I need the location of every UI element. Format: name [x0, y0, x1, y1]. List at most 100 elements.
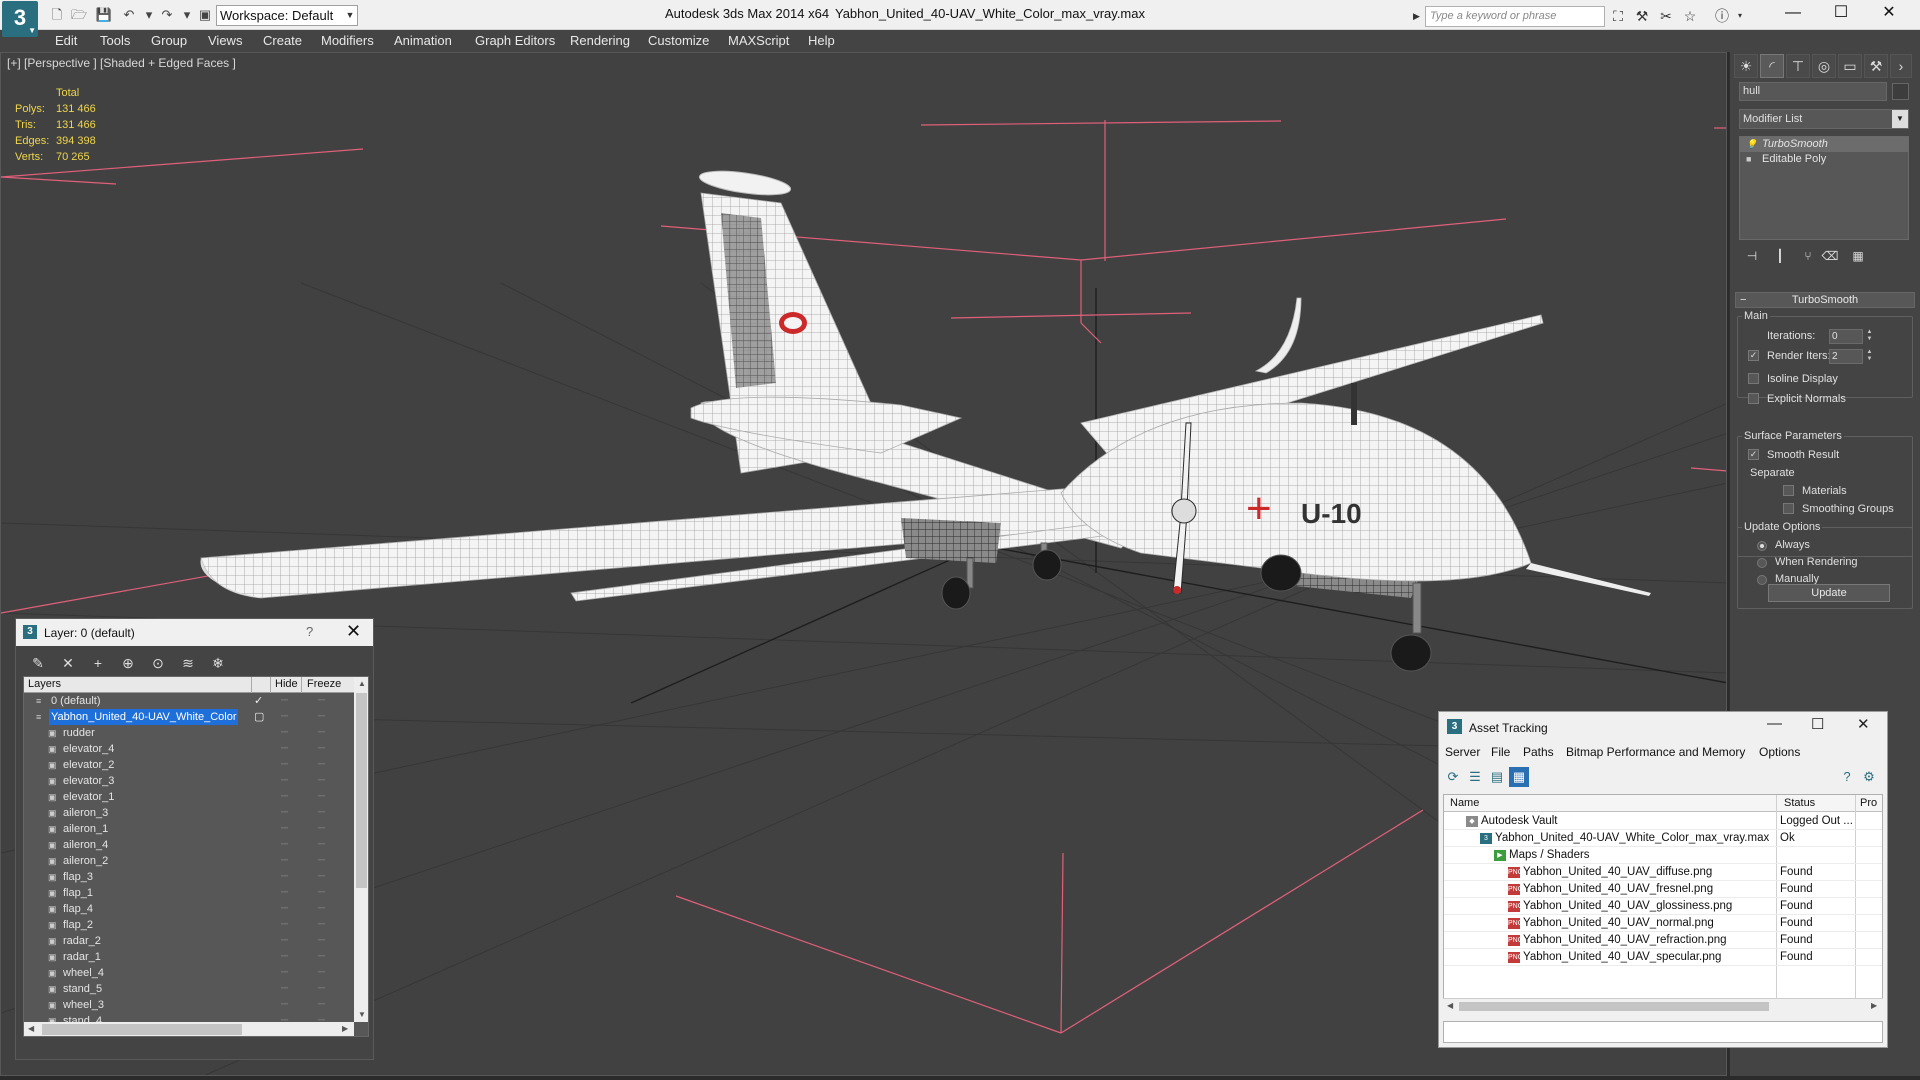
when-rendering-radio[interactable] — [1757, 558, 1767, 568]
minimize-button[interactable]: — — [1770, 0, 1816, 28]
menu-group[interactable]: Group — [151, 33, 187, 48]
hide-column-header[interactable]: Hide — [275, 678, 298, 690]
menu-customize[interactable]: Customize — [648, 33, 709, 48]
app-menu-button[interactable]: 3 ▼ — [2, 1, 38, 37]
display-tab-icon[interactable]: ▭ — [1838, 54, 1862, 78]
layer-name[interactable]: elevator_1 — [61, 789, 116, 805]
table-view-icon[interactable]: ▦ — [1509, 767, 1529, 787]
menu-server[interactable]: Server — [1445, 745, 1480, 759]
hide-toggle[interactable]: ─ — [281, 693, 288, 709]
detail-view-icon[interactable]: ▤ — [1487, 767, 1507, 787]
layer-name[interactable]: elevator_4 — [61, 741, 116, 757]
make-unique-icon[interactable]: ⑂ — [1797, 246, 1819, 266]
menu-modifiers[interactable]: Modifiers — [321, 33, 374, 48]
freeze-toggle[interactable]: ─ — [318, 805, 325, 821]
help-icon[interactable]: ⓘ — [1712, 7, 1732, 25]
freeze-toggle[interactable]: ─ — [318, 901, 325, 917]
spinner-arrows-icon[interactable]: ▲ ▼ — [1865, 349, 1874, 364]
chevron-down-icon[interactable]: ▼ — [342, 6, 358, 25]
hide-all-icon[interactable]: ≋ — [178, 653, 198, 673]
layer-name[interactable]: aileron_2 — [61, 853, 110, 869]
smooth-result-checkbox[interactable]: ✓ — [1748, 449, 1759, 460]
asset-row[interactable]: PNG Yabhon_United_40_UAV_diffuse.png Found — [1444, 864, 1882, 881]
new-file-icon[interactable]: 🗋 — [48, 6, 66, 24]
utilities-tab-icon[interactable]: ⚒ — [1864, 54, 1888, 78]
iterations-spinner[interactable]: 0 — [1829, 329, 1863, 344]
current-layer-mark[interactable]: ▢ — [254, 709, 266, 725]
redo-icon[interactable]: ↷ — [158, 6, 176, 24]
stack-item-editable-poly[interactable]: ■ Editable Poly — [1740, 152, 1908, 167]
settings-icon[interactable]: ⚙ — [1859, 767, 1879, 787]
pin-stack-icon[interactable]: ⊣ — [1741, 246, 1763, 266]
hide-toggle[interactable]: ─ — [281, 725, 288, 741]
collapse-icon[interactable]: − — [1740, 293, 1746, 307]
render-iters-spinner[interactable]: 2 — [1829, 349, 1863, 364]
redo-dropdown-icon[interactable]: ▾ — [178, 6, 196, 24]
close-button[interactable]: ✕ — [1866, 0, 1912, 28]
hide-toggle[interactable]: ─ — [281, 821, 288, 837]
expand-icon[interactable]: ■ — [1746, 155, 1754, 164]
undo-icon[interactable]: ↶ — [120, 6, 138, 24]
add-to-layer-icon[interactable]: + — [88, 653, 108, 673]
freeze-toggle[interactable]: ─ — [318, 773, 325, 789]
name-column-header[interactable]: Name — [1450, 797, 1479, 809]
hide-toggle[interactable]: ─ — [281, 789, 288, 805]
remove-modifier-icon[interactable]: ⌫ — [1819, 246, 1841, 266]
binoculars-icon[interactable]: ⛶ — [1608, 7, 1628, 25]
layer-name[interactable]: aileron_1 — [61, 821, 110, 837]
hide-toggle[interactable]: ─ — [281, 773, 288, 789]
layer-object-row[interactable]: ▣ wheel_4 ─ ─ — [24, 965, 354, 981]
scrollbar-thumb[interactable] — [42, 1024, 242, 1035]
hierarchy-tab-icon[interactable]: ⊤ — [1786, 54, 1810, 78]
layer-name[interactable]: aileron_4 — [61, 837, 110, 853]
freeze-toggle[interactable]: ─ — [318, 933, 325, 949]
layer-name[interactable]: 0 (default) — [49, 693, 103, 709]
scroll-left-icon[interactable]: ◀ — [28, 1024, 34, 1033]
freeze-toggle[interactable]: ─ — [318, 789, 325, 805]
menu-views[interactable]: Views — [208, 33, 242, 48]
layer-name[interactable]: wheel_4 — [61, 965, 106, 981]
layer-object-row[interactable]: ▣ radar_1 ─ ─ — [24, 949, 354, 965]
render-iters-checkbox[interactable]: ✓ — [1748, 350, 1759, 361]
lightbulb-icon[interactable]: 💡 — [1746, 140, 1757, 149]
hide-toggle[interactable]: ─ — [281, 965, 288, 981]
asset-row[interactable]: PNG Yabhon_United_40_UAV_refraction.png Fo… — [1444, 932, 1882, 949]
asset-row[interactable]: PNG Yabhon_United_40_UAV_glossiness.png Fo… — [1444, 898, 1882, 915]
menu-edit[interactable]: Edit — [55, 33, 77, 48]
layer-object-row[interactable]: ▣ rudder ─ ─ — [24, 725, 354, 741]
modify-tab-icon[interactable]: ◜ — [1760, 54, 1784, 78]
layer-object-row[interactable]: ▣ radar_2 ─ ─ — [24, 933, 354, 949]
open-file-icon[interactable]: 🗁 — [70, 6, 88, 24]
freeze-toggle[interactable]: ─ — [318, 981, 325, 997]
layer-name[interactable]: flap_4 — [61, 901, 95, 917]
freeze-toggle[interactable]: ─ — [318, 965, 325, 981]
scroll-left-icon[interactable]: ◀ — [1447, 1001, 1453, 1010]
layer-object-row[interactable]: ▣ flap_2 ─ ─ — [24, 917, 354, 933]
layer-object-row[interactable]: ▣ aileron_4 ─ ─ — [24, 837, 354, 853]
menu-rendering[interactable]: Rendering — [570, 33, 630, 48]
help-icon[interactable]: ? — [306, 624, 313, 639]
freeze-toggle[interactable]: ─ — [318, 741, 325, 757]
hide-toggle[interactable]: ─ — [281, 901, 288, 917]
layer-object-row[interactable]: ▣ elevator_1 ─ ─ — [24, 789, 354, 805]
hide-toggle[interactable]: ─ — [281, 981, 288, 997]
layer-name[interactable]: radar_2 — [61, 933, 103, 949]
freeze-toggle[interactable]: ─ — [318, 869, 325, 885]
freeze-toggle[interactable]: ─ — [318, 917, 325, 933]
layer-dialog-titlebar[interactable]: 3 Layer: 0 (default) ? ✕ — [16, 619, 373, 646]
layer-name[interactable]: stand_5 — [61, 981, 104, 997]
layer-object-row[interactable]: ▣ aileron_2 ─ ─ — [24, 853, 354, 869]
layer-name[interactable]: flap_2 — [61, 917, 95, 933]
freeze-toggle[interactable]: ─ — [318, 997, 325, 1013]
vertical-scrollbar[interactable]: ▲ ▼ — [354, 677, 368, 1022]
layer-object-row[interactable]: ▣ flap_4 ─ ─ — [24, 901, 354, 917]
motion-tab-icon[interactable]: ◎ — [1812, 54, 1836, 78]
menu-create[interactable]: Create — [263, 33, 302, 48]
layer-name[interactable]: rudder — [61, 725, 97, 741]
freeze-toggle[interactable]: ─ — [318, 837, 325, 853]
hide-toggle[interactable]: ─ — [281, 853, 288, 869]
menu-graph-editors[interactable]: Graph Editors — [475, 33, 555, 48]
show-end-result-icon[interactable]: ┃ — [1769, 246, 1791, 266]
communication-icon[interactable]: ✂ — [1656, 7, 1676, 25]
asset-row[interactable]: ◆ Autodesk Vault Logged Out ... — [1444, 813, 1882, 830]
